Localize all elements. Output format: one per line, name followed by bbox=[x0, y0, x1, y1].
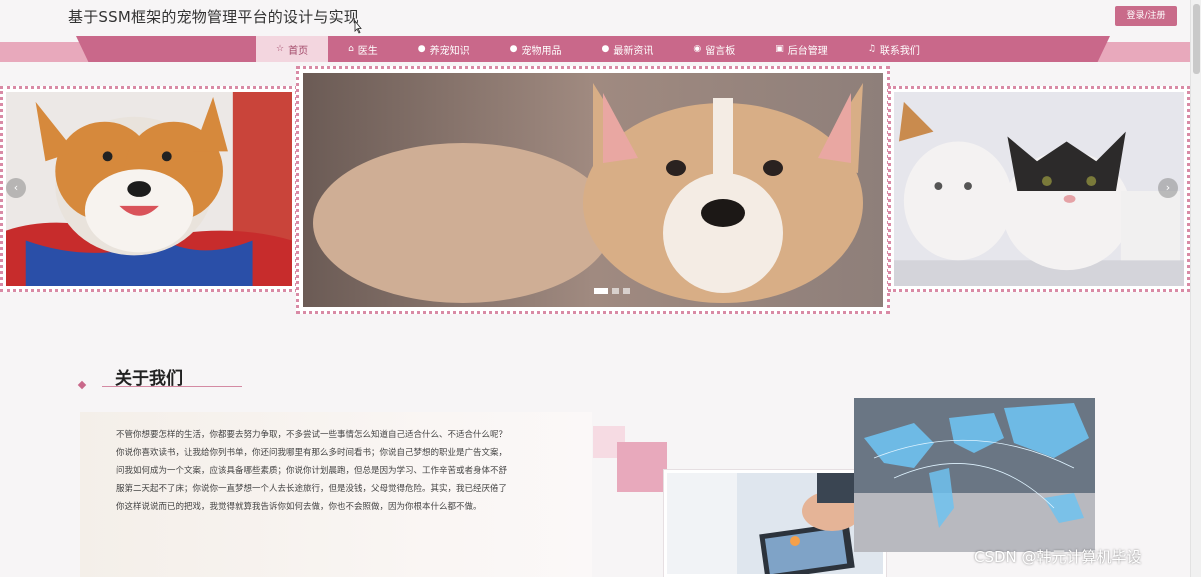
carousel-prev-arrow-icon[interactable]: ‹ bbox=[6, 178, 26, 198]
kittens-photo bbox=[894, 92, 1184, 286]
about-title-underline bbox=[102, 386, 242, 387]
nav-item-label: 养宠知识 bbox=[429, 45, 470, 57]
nav-item-label: 首页 bbox=[288, 45, 309, 57]
diamond-icon bbox=[77, 380, 87, 390]
nav-item-label: 医生 bbox=[357, 45, 378, 57]
info-circle-icon: ● bbox=[601, 44, 610, 54]
decorative-square bbox=[617, 442, 667, 492]
question-circle-icon: ● bbox=[509, 44, 518, 54]
corgi-photo bbox=[6, 92, 292, 286]
scrollbar-thumb[interactable] bbox=[1193, 4, 1200, 74]
carousel-dot-1[interactable] bbox=[594, 288, 608, 294]
star-icon: ☆ bbox=[276, 44, 285, 54]
nav-item-2[interactable]: ● 养宠知识 bbox=[398, 36, 490, 62]
carousel-slide-current[interactable] bbox=[296, 66, 890, 314]
nav-item-7[interactable]: ♫ 联系我们 bbox=[848, 36, 940, 62]
world-map-photo bbox=[854, 398, 1095, 552]
about-body: 不管你想要怎样的生活，你都要去努力争取，不多尝试一些事情怎么知道自己适合什么、不… bbox=[116, 430, 508, 512]
carousel-indicators bbox=[594, 288, 630, 294]
headset-icon: ♫ bbox=[867, 44, 876, 54]
nav-band-right bbox=[1095, 42, 1190, 62]
puppy-photo bbox=[303, 73, 883, 307]
nav-item-label: 宠物用品 bbox=[521, 45, 562, 57]
site-title: 基于SSM框架的宠物管理平台的设计与实现 bbox=[68, 8, 359, 26]
carousel-slide-next[interactable] bbox=[888, 86, 1190, 292]
nav-item-1[interactable]: ⌂ 医生 bbox=[328, 36, 398, 62]
home-icon: ⌂ bbox=[348, 44, 354, 54]
mouse-cursor-icon bbox=[354, 20, 362, 34]
nav-item-5[interactable]: ◉ 留言板 bbox=[673, 36, 755, 62]
nav-item-0[interactable]: ☆ 首页 bbox=[256, 36, 329, 62]
main-nav: ☆ 首页 ⌂ 医生 ● 养宠知识 ● 宠物用品 ● 最新资讯 ◉ 留言板 ▣ 后台管理 ♫ 联系我们 bbox=[76, 36, 1110, 62]
nav-item-label: 留言板 bbox=[705, 45, 736, 57]
carousel-dot-3[interactable] bbox=[623, 288, 630, 294]
carousel-next-arrow-icon[interactable]: › bbox=[1158, 178, 1178, 198]
carousel-dot-2[interactable] bbox=[612, 288, 619, 294]
nav-item-4[interactable]: ● 最新资讯 bbox=[582, 36, 674, 62]
info-circle-icon: ● bbox=[417, 44, 426, 54]
carousel-slide-prev[interactable] bbox=[0, 86, 298, 292]
nav-item-label: 最新资讯 bbox=[613, 45, 654, 57]
dashboard-icon: ▣ bbox=[775, 44, 784, 54]
nav-item-3[interactable]: ● 宠物用品 bbox=[490, 36, 582, 62]
nav-item-6[interactable]: ▣ 后台管理 bbox=[755, 36, 848, 62]
nav-item-label: 后台管理 bbox=[787, 45, 828, 57]
tablet-photo bbox=[664, 470, 886, 577]
nav-item-label: 联系我们 bbox=[879, 45, 920, 57]
nav-band-left bbox=[0, 42, 90, 62]
globe-icon: ◉ bbox=[693, 44, 702, 54]
watermark: CSDN @韩元计算机毕设 bbox=[974, 548, 1142, 566]
login-register-button[interactable]: 登录/注册 bbox=[1115, 6, 1177, 26]
page-scrollbar[interactable] bbox=[1190, 0, 1201, 577]
